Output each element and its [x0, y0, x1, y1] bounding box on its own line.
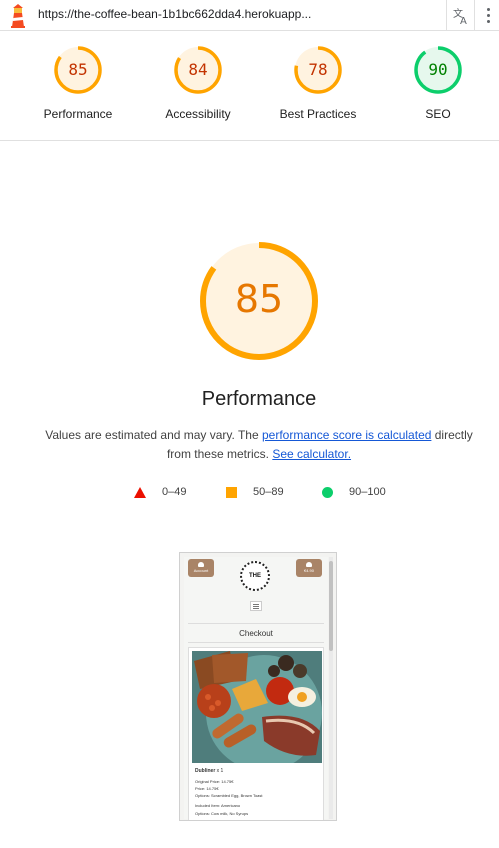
gauge: 78: [293, 45, 343, 95]
category-scores: 85 Performance 84 Accessibility 78 Best …: [0, 31, 499, 141]
user-icon: [198, 562, 204, 567]
score-value: 90: [428, 60, 448, 79]
url-bar: https://the-coffee-bean-1b1bc662dda4.her…: [0, 0, 499, 31]
final-screenshot[interactable]: Account THE €4.90 Checkout Dubliner x 1 …: [179, 552, 337, 821]
lighthouse-icon: [11, 4, 25, 28]
score-best-practices[interactable]: 78 Best Practices: [258, 45, 378, 121]
page-url: https://the-coffee-bean-1b1bc662dda4.her…: [38, 7, 312, 21]
score-label: SEO: [425, 107, 451, 121]
score-accessibility[interactable]: 84 Accessibility: [138, 45, 258, 121]
legend-label: 50–89: [253, 486, 284, 498]
performance-score-link[interactable]: performance score is calculated: [262, 428, 431, 442]
score-seo[interactable]: 90 SEO: [378, 45, 498, 121]
translate-icon: 文 A: [453, 7, 467, 25]
legend-average: 50–89: [226, 486, 284, 498]
performance-gauge-large: 85: [198, 240, 320, 362]
item-qty: x 1: [216, 768, 224, 774]
checkout-heading: Checkout: [188, 623, 324, 643]
score-legend: 0–49 50–89 90–100: [0, 486, 499, 502]
gauge: 90: [413, 45, 463, 95]
triangle-icon: [134, 486, 146, 498]
desc-text: Values are estimated and may vary. The: [45, 428, 262, 442]
screenshot-page: Account THE €4.90 Checkout Dubliner x 1 …: [184, 557, 328, 820]
breakfast-image: [192, 651, 322, 763]
legend-fail: 0–49: [134, 486, 186, 498]
score-label: Accessibility: [165, 107, 231, 121]
bag-icon: [306, 562, 312, 567]
legend-pass: 90–100: [322, 486, 386, 498]
performance-title: Performance: [201, 388, 317, 410]
legend-label: 90–100: [349, 486, 386, 498]
score-performance[interactable]: 85 Performance: [18, 45, 138, 121]
gauge: 84: [173, 45, 223, 95]
more-dot-icon: [486, 20, 490, 23]
circle-icon: [322, 486, 333, 498]
score-label: Performance: [43, 107, 113, 121]
logo-text: THE: [249, 573, 261, 579]
bag-total: €4.90: [303, 568, 314, 573]
food-photo: [192, 651, 322, 763]
translate-button[interactable]: 文 A: [446, 0, 475, 31]
score-label: Best Practices: [279, 107, 357, 121]
item-name: Dubliner: [195, 768, 216, 774]
item-line: Options: Scrambled Egg, Brown Toast: [195, 793, 263, 798]
screenshot-scrollbar: [329, 557, 333, 819]
score-value: 84: [188, 60, 208, 79]
performance-score-value: 85: [234, 277, 284, 321]
score-value: 78: [308, 60, 328, 79]
performance-description: Values are estimated and may vary. The p…: [40, 426, 478, 464]
bag-button: €4.90: [296, 559, 322, 577]
item-line: Options: Cow milk, No Syrups: [195, 811, 249, 816]
legend-label: 0–49: [162, 486, 187, 498]
more-dot-icon: [486, 14, 490, 17]
more-options-button[interactable]: [478, 0, 498, 31]
svg-text:A: A: [460, 16, 467, 25]
square-icon: [226, 486, 237, 498]
account-label: Account: [193, 568, 209, 573]
see-calculator-link[interactable]: See calculator.: [272, 447, 351, 461]
score-value: 85: [68, 60, 88, 79]
item-line: Original Price: 14.75€: [195, 779, 234, 784]
item-title: Dubliner x 1: [195, 768, 223, 774]
item-line: Included Item: Americano: [195, 803, 241, 808]
more-dot-icon: [486, 8, 490, 11]
item-line: Price: 14.75€: [195, 786, 219, 791]
account-button: Account: [188, 559, 214, 577]
hamburger-icon: [250, 601, 262, 611]
gauge: 85: [53, 45, 103, 95]
site-logo: THE: [240, 561, 270, 591]
order-item-card: Dubliner x 1 Original Price: 14.75€ Pric…: [188, 647, 324, 820]
scrollbar-thumb: [329, 561, 333, 651]
